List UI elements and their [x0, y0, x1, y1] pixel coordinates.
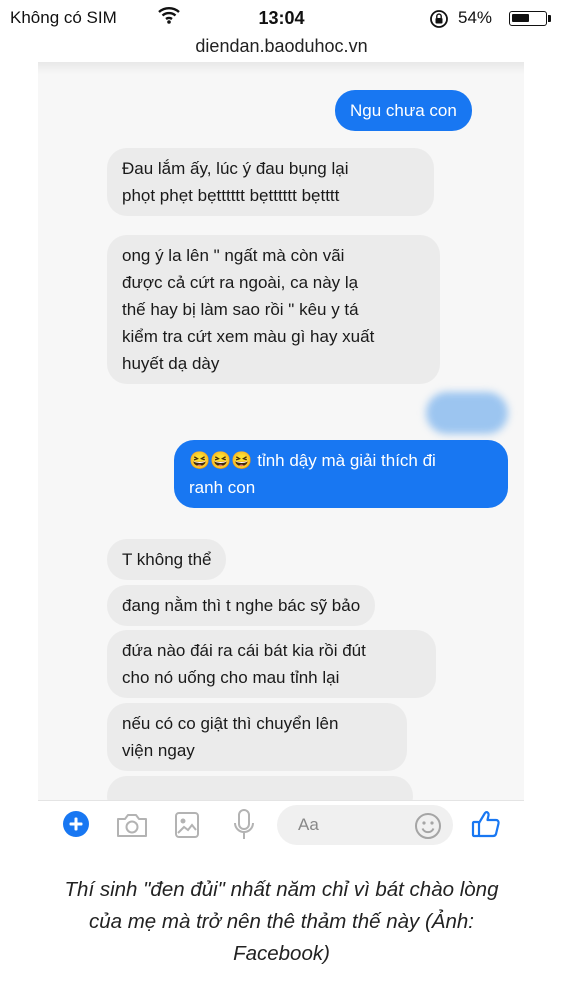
message-line: huyết dạ dày: [122, 354, 220, 373]
message-thread[interactable]: Ngu chưa con Đau lắm ấy, lúc ý đau bụng …: [38, 62, 524, 800]
cropped-header: [38, 62, 524, 74]
message-line: nếu có co giật thì chuyển lên: [122, 714, 339, 733]
battery-icon: [509, 11, 547, 26]
caption-line: của mẹ mà trở nên thê thảm thế này (Ảnh:: [88, 910, 474, 933]
message-line: đứa nào đái ra cái bát kia rồi đút: [122, 641, 366, 660]
message-bubble-sent[interactable]: Ngu chưa con: [335, 90, 472, 131]
message-bubble-received[interactable]: đang nằm thì t nghe bác sỹ bảo: [107, 585, 376, 626]
message-bubble-received[interactable]: T không thể: [107, 539, 227, 580]
message-line: ong ý la lên " ngất mà còn vãi: [122, 246, 345, 265]
message-bubble-sent[interactable]: 😆😆😆 tỉnh dậy mà giải thích đi ranh con: [174, 440, 508, 508]
message-line: viện ngay: [122, 741, 195, 760]
status-bar: Không có SIM 13:04 54%: [0, 0, 563, 36]
message-bubble-received[interactable]: đứa nào đái ra cái bát kia rồi đút cho n…: [107, 630, 436, 698]
plus-icon[interactable]: [62, 810, 90, 838]
message-bubble-received[interactable]: Đau lắm ấy, lúc ý đau bụng lại phọt phẹt…: [107, 148, 434, 216]
message-line: thế hay bị làm sao rồi " kêu y tá: [122, 300, 359, 319]
battery-percent: 54%: [458, 8, 493, 27]
caption-line: Thí sinh "đen đủi" nhất năm chỉ vì bát c…: [64, 878, 499, 901]
message-line: ranh con: [189, 478, 256, 497]
address-bar-url[interactable]: diendan.baoduhoc.vn: [0, 36, 563, 57]
orientation-lock-icon: [430, 10, 448, 28]
message-bubble-received[interactable]: nếu có co giật thì chuyển lên viện ngay: [107, 703, 407, 771]
message-text: T không thể: [122, 550, 212, 569]
battery-tip: [548, 15, 551, 22]
camera-icon[interactable]: [115, 811, 149, 839]
message-input-placeholder: Aa: [298, 815, 319, 834]
message-line: được cả cứt ra ngoài, ca này lạ: [122, 273, 359, 292]
message-line: kiểm tra cứt xem màu gì hay xuất: [122, 327, 375, 346]
message-bubble-received[interactable]: ong ý la lên " ngất mà còn vãi được cả c…: [107, 235, 440, 384]
message-line: cho nó uống cho mau tỉnh lại: [122, 668, 340, 687]
smiley-icon[interactable]: [413, 811, 443, 841]
gallery-icon[interactable]: [173, 810, 201, 840]
message-line: 😆😆😆 tỉnh dậy mà giải thích đi: [189, 451, 436, 470]
message-line: Đau lắm ấy, lúc ý đau bụng lại: [122, 159, 349, 178]
microphone-icon[interactable]: [232, 808, 256, 842]
message-text: đang nằm thì t nghe bác sỹ bảo: [122, 596, 361, 615]
battery-level: [512, 14, 529, 22]
message-text: Ngu chưa con: [350, 101, 457, 120]
message-line: phọt phẹt bẹtttttt bẹtttttt bẹtttt: [122, 186, 340, 205]
image-caption: Thí sinh "đen đủi" nhất năm chỉ vì bát c…: [20, 874, 543, 970]
blurred-message: [426, 392, 508, 434]
caption-line: Facebook): [233, 942, 330, 965]
thumbs-up-icon[interactable]: [470, 808, 502, 840]
message-bubble-cropped: [107, 776, 413, 800]
